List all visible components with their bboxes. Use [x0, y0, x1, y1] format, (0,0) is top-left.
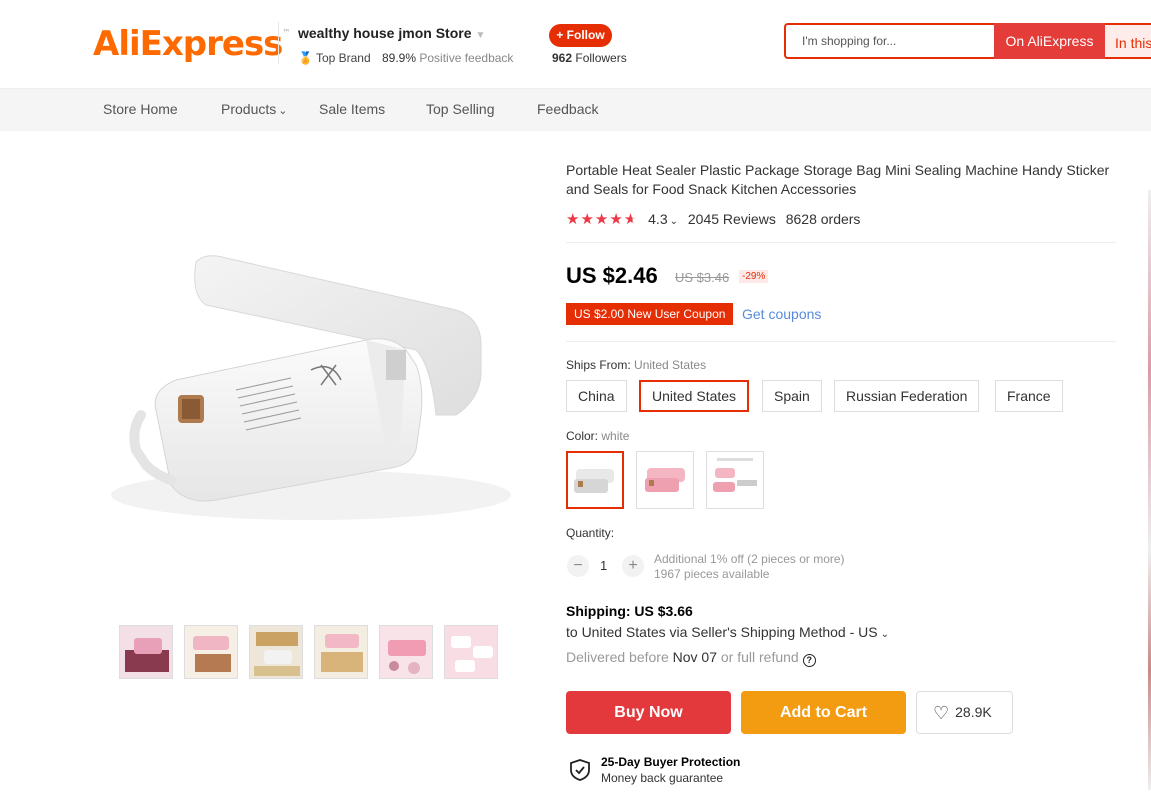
shipping-method[interactable]: to United States via Seller's Shipping M…	[566, 624, 889, 640]
thumbnail[interactable]	[314, 625, 368, 679]
followers-count: 962 Followers	[552, 51, 627, 65]
store-meta: 🏅 Top Brand 89.9% Positive feedback	[298, 51, 513, 65]
ship-option-france[interactable]: France	[995, 380, 1063, 412]
rating-row: ★★★★★ 4.3 ⌄ 2045 Reviews 8628 orders	[566, 210, 860, 228]
price: US $2.46	[566, 263, 658, 288]
color-label: Color: white	[566, 429, 630, 443]
positive-feedback-label: Positive feedback	[419, 51, 514, 65]
plus-icon[interactable]: +	[622, 555, 644, 577]
quantity-label: Quantity:	[566, 526, 615, 540]
quantity-note: Additional 1% off (2 pieces or more) 196…	[654, 552, 845, 581]
minus-icon[interactable]: −	[567, 555, 589, 577]
help-icon[interactable]: ?	[802, 654, 816, 667]
ship-option-russian-federation[interactable]: Russian Federation	[834, 380, 980, 412]
thumbnail[interactable]	[249, 625, 303, 679]
ships-from-label: Ships From: United States	[566, 358, 707, 372]
discount-badge: -29%	[739, 270, 769, 283]
thumbnail[interactable]	[379, 625, 433, 679]
coupon-badge[interactable]: US $2.00 New User Coupon	[566, 303, 734, 325]
buy-now-button[interactable]: Buy Now	[566, 691, 731, 734]
product-main-image[interactable]	[86, 200, 534, 570]
product-title: Portable Heat Sealer Plastic Package Sto…	[566, 162, 1110, 197]
store-nav: Store Home Products ⌄ Sale Items Top Sell…	[0, 88, 1151, 131]
add-to-cart-button[interactable]: Add to Cart	[741, 691, 906, 734]
thumbnail[interactable]	[444, 625, 498, 679]
buyer-protection-subtitle: Money back guarantee	[601, 771, 724, 785]
search-input[interactable]: I'm shopping for...	[784, 23, 994, 59]
nav-products[interactable]: Products ⌄	[221, 101, 287, 117]
orders-count: 8628 orders	[785, 211, 861, 227]
heart-icon: ♡	[933, 703, 950, 723]
top-brand-label: Top Brand	[315, 51, 371, 65]
color-option-pink[interactable]	[636, 451, 694, 509]
color-option-pink-bundle[interactable]	[706, 451, 764, 509]
chevron-down-icon: ⌄	[880, 629, 889, 640]
store-header: AliExpress™ wealthy house jmon Store ▼ 🏅 T…	[0, 0, 1151, 88]
wishlist-button[interactable]: ♡ 28.9K	[916, 691, 1013, 734]
divider	[566, 341, 1116, 342]
follow-button[interactable]: + Follow	[549, 24, 612, 47]
header-divider	[278, 22, 279, 64]
delivery-info: Delivered before Nov 07 or full refund?	[566, 649, 816, 667]
thumbnail[interactable]	[119, 625, 173, 679]
search-aliexpress-button[interactable]: On AliExpress	[994, 23, 1105, 59]
chevron-down-icon: ▼	[475, 30, 486, 41]
old-price: US $3.46	[675, 270, 730, 285]
color-option-white[interactable]	[566, 451, 624, 509]
nav-feedback[interactable]: Feedback	[537, 101, 598, 117]
store-name[interactable]: wealthy house jmon Store ▼	[298, 25, 485, 41]
medal-icon: 🏅	[298, 51, 313, 65]
get-coupons-link[interactable]: Get coupons	[742, 306, 821, 322]
chevron-down-icon: ⌄	[669, 216, 678, 227]
star-half-icon: ★	[623, 211, 639, 228]
ship-option-spain[interactable]: Spain	[762, 380, 822, 412]
divider	[566, 242, 1116, 243]
search-store-button[interactable]: In this store	[1105, 23, 1151, 59]
shipping-title: Shipping: US $3.66	[566, 603, 693, 619]
thumbnail[interactable]	[184, 625, 238, 679]
quantity-input[interactable]: 1	[600, 558, 607, 573]
aliexpress-logo[interactable]: AliExpress™	[93, 24, 290, 64]
positive-feedback-pct: 89.9%	[382, 51, 417, 65]
ship-option-china[interactable]: China	[566, 380, 627, 412]
rating-value[interactable]: 4.3	[648, 211, 667, 227]
buyer-protection-title: 25-Day Buyer Protection	[601, 755, 741, 769]
nav-store-home[interactable]: Store Home	[103, 101, 178, 117]
chevron-down-icon: ⌄	[278, 105, 288, 117]
reviews-link[interactable]: 2045 Reviews	[688, 211, 776, 227]
nav-sale-items[interactable]: Sale Items	[319, 101, 385, 117]
nav-top-selling[interactable]: Top Selling	[426, 101, 495, 117]
ship-option-united-states[interactable]: United States	[639, 380, 750, 412]
shield-check-icon	[570, 759, 590, 781]
star-rating-icon: ★★★★	[566, 211, 624, 228]
